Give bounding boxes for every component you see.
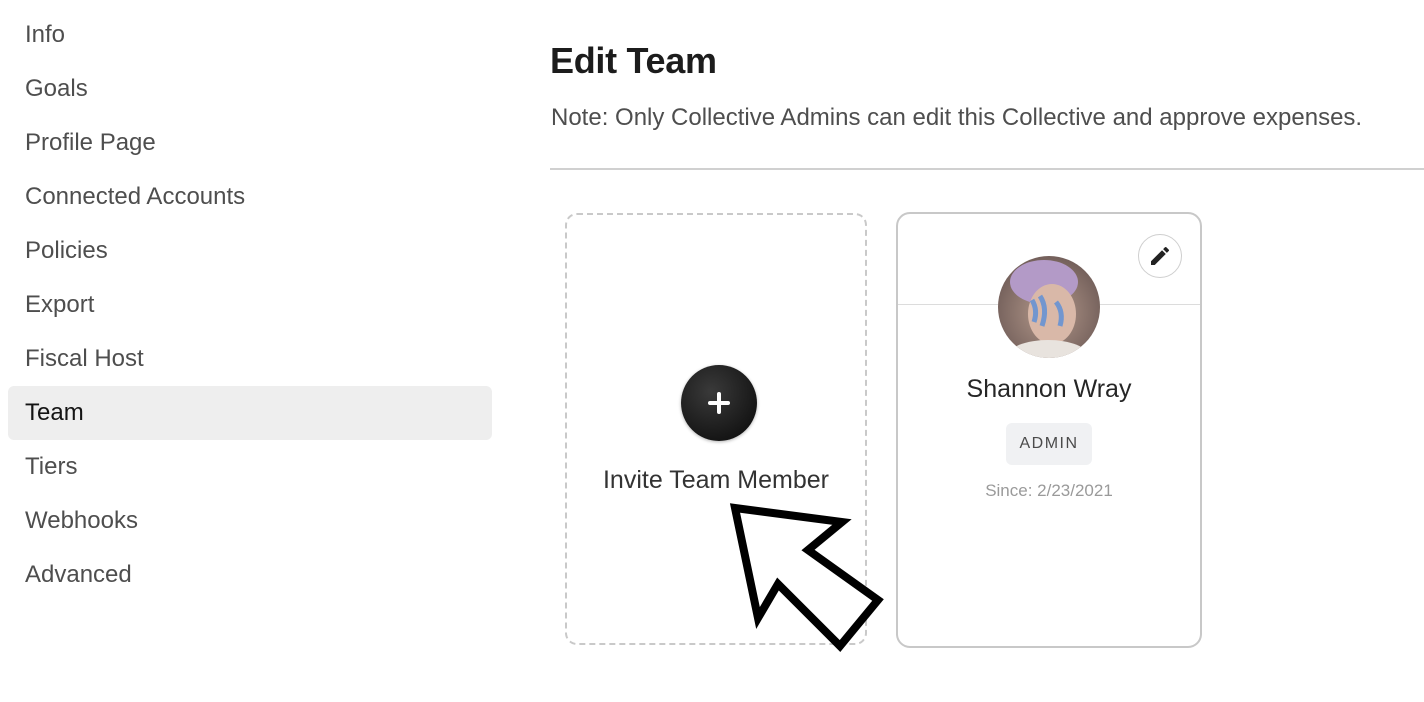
admin-note: Note: Only Collective Admins can edit th… bbox=[551, 104, 1363, 131]
cursor-arrow-icon bbox=[729, 503, 884, 652]
edit-member-button[interactable] bbox=[1138, 234, 1182, 278]
member-name: Shannon Wray bbox=[966, 375, 1132, 403]
member-since: Since: 2/23/2021 bbox=[985, 481, 1113, 500]
sidebar-item-info[interactable]: Info bbox=[8, 8, 492, 62]
member-card: Shannon Wray ADMIN Since: 2/23/2021 bbox=[896, 212, 1202, 648]
sidebar-item-connected-accounts[interactable]: Connected Accounts bbox=[8, 170, 492, 224]
sidebar-item-tiers[interactable]: Tiers bbox=[8, 440, 492, 494]
sidebar-item-fiscal-host[interactable]: Fiscal Host bbox=[8, 332, 492, 386]
sidebar-item-webhooks[interactable]: Webhooks bbox=[8, 494, 492, 548]
plus-icon[interactable] bbox=[681, 365, 757, 441]
pencil-icon bbox=[1151, 246, 1170, 265]
sidebar-item-goals[interactable]: Goals bbox=[8, 62, 492, 116]
settings-sidebar: Info Goals Profile Page Connected Accoun… bbox=[8, 8, 492, 602]
sidebar-item-export[interactable]: Export bbox=[8, 278, 492, 332]
avatar bbox=[998, 256, 1100, 358]
role-badge: ADMIN bbox=[1006, 423, 1092, 465]
sidebar-item-policies[interactable]: Policies bbox=[8, 224, 492, 278]
sidebar-item-profile-page[interactable]: Profile Page bbox=[8, 116, 492, 170]
sidebar-item-team[interactable]: Team bbox=[8, 386, 492, 440]
sidebar-item-advanced[interactable]: Advanced bbox=[8, 548, 492, 602]
page-title: Edit Team bbox=[550, 40, 717, 81]
invite-team-member-label[interactable]: Invite Team Member bbox=[567, 466, 865, 495]
divider bbox=[550, 168, 1424, 170]
